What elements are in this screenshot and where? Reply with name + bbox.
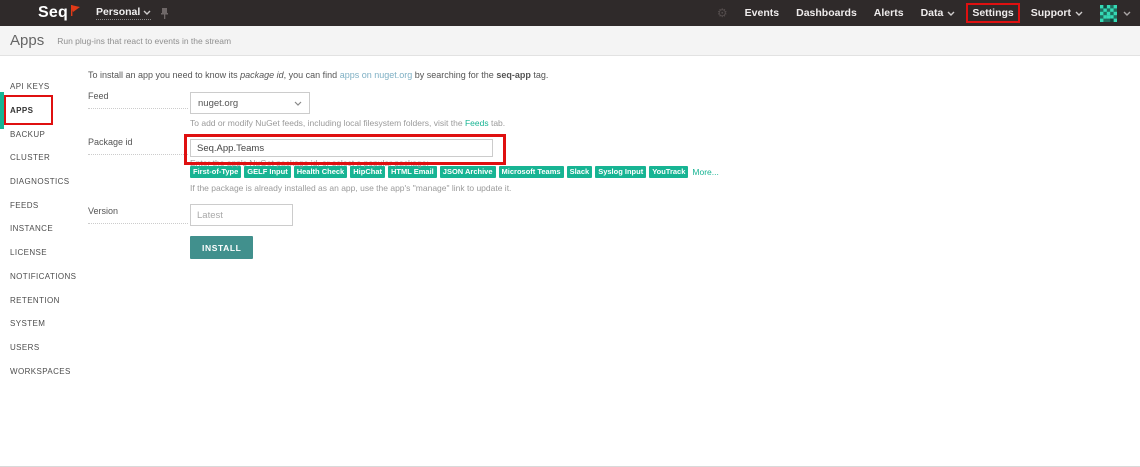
nav-item-support-label: Support (1031, 7, 1071, 19)
chevron-down-icon (1075, 11, 1083, 16)
workspace-label: Personal (96, 6, 140, 18)
chevron-down-icon (294, 101, 302, 106)
package-id-label: Package id (88, 137, 188, 155)
intro-part4: tag. (531, 70, 549, 80)
version-label: Version (88, 206, 188, 224)
nav-item-alerts[interactable]: Alerts (874, 7, 904, 19)
intro-part1: To install an app you need to know its (88, 70, 240, 80)
flag-icon (70, 5, 80, 16)
package-note-text: If the package is already installed as a… (190, 183, 511, 193)
nav-item-events[interactable]: Events (745, 7, 779, 19)
package-id-input[interactable] (190, 139, 493, 157)
chevron-down-icon (947, 11, 955, 16)
feed-select[interactable]: nuget.org (190, 92, 310, 114)
page-header: Apps Run plug-ins that react to events i… (0, 26, 1140, 56)
nav-item-settings[interactable]: Settings (972, 7, 1013, 19)
feed-helper-part2: tab. (489, 118, 506, 128)
chevron-down-icon (143, 10, 151, 15)
nav-item-support[interactable]: Support (1031, 7, 1083, 19)
more-packages-link[interactable]: More... (692, 167, 718, 177)
page-subtitle: Run plug-ins that react to events in the… (57, 36, 231, 46)
workspace-selector[interactable]: Personal (96, 6, 151, 20)
seq-logo-text: Seq (38, 4, 68, 22)
user-menu[interactable] (1100, 5, 1131, 22)
package-tag-json-archive[interactable]: JSON Archive (440, 166, 496, 178)
feed-select-value: nuget.org (198, 98, 238, 109)
intro-text: To install an app you need to know its p… (88, 70, 548, 80)
intro-part3: by searching for the (412, 70, 496, 80)
user-avatar-identicon (1100, 5, 1117, 22)
apps-install-form: To install an app you need to know its p… (0, 56, 1140, 466)
intro-seq-app-tag: seq-app (496, 70, 531, 80)
intro-part2: , you can find (284, 70, 340, 80)
chevron-down-icon (1123, 11, 1131, 16)
package-tag-microsoft-teams[interactable]: Microsoft Teams (499, 166, 564, 178)
top-navbar: Seq Personal ⚙ Events Dashboards Alerts … (0, 0, 1140, 26)
feed-label: Feed (88, 91, 188, 109)
feed-helper-text: To add or modify NuGet feeds, including … (190, 118, 505, 128)
seq-logo[interactable]: Seq (38, 4, 80, 22)
install-button[interactable]: INSTALL (190, 236, 253, 259)
intro-package-id: package id (240, 70, 284, 80)
version-input[interactable] (190, 204, 293, 226)
package-tag-syslog-input[interactable]: Syslog Input (595, 166, 646, 178)
nav-item-data-label: Data (921, 7, 944, 19)
feeds-tab-link[interactable]: Feeds (465, 118, 489, 128)
package-helper-text: Enter the app's NuGet package id, or sel… (190, 158, 429, 168)
nav-item-dashboards[interactable]: Dashboards (796, 7, 857, 19)
gear-icon[interactable]: ⚙ (717, 7, 728, 19)
package-tag-slack[interactable]: Slack (567, 166, 593, 178)
feed-helper-part1: To add or modify NuGet feeds, including … (190, 118, 465, 128)
seq-settings-apps-page: Seq Personal ⚙ Events Dashboards Alerts … (0, 0, 1140, 467)
navbar-right: ⚙ Events Dashboards Alerts Data Settings… (717, 5, 1140, 22)
page-title: Apps (10, 32, 44, 49)
nuget-link[interactable]: apps on nuget.org (340, 70, 413, 80)
pin-icon[interactable] (160, 8, 169, 19)
package-tag-youtrack[interactable]: YouTrack (649, 166, 688, 178)
nav-item-data[interactable]: Data (921, 7, 956, 19)
